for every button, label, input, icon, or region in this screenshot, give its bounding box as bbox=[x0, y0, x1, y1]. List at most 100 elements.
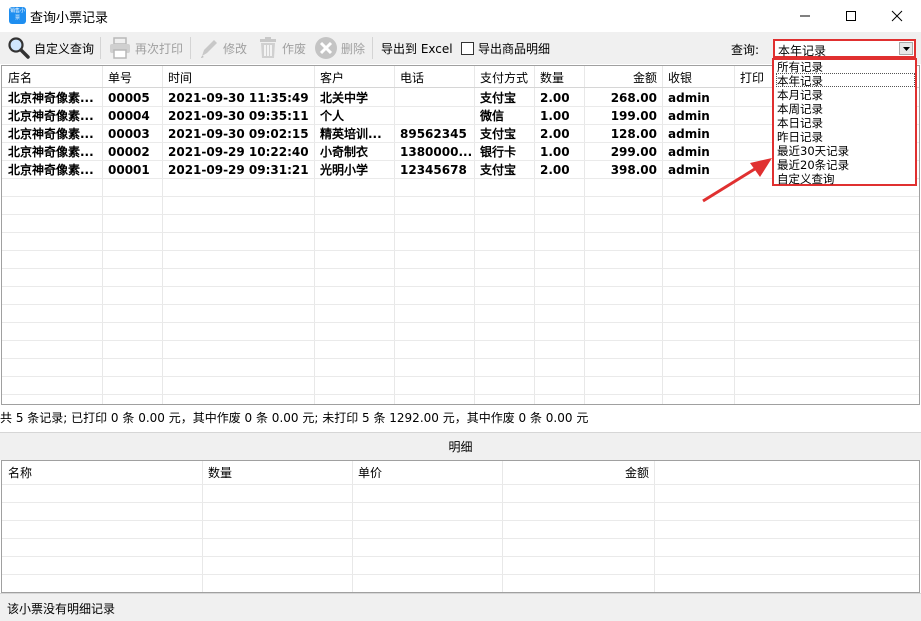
table-cell: 1.00 bbox=[540, 109, 570, 123]
table-cell: 00005 bbox=[108, 91, 150, 105]
row-divider bbox=[2, 304, 919, 305]
close-icon bbox=[891, 10, 903, 22]
table-cell: 小奇制衣 bbox=[320, 145, 369, 159]
query-option[interactable]: 所有记录 bbox=[777, 61, 823, 74]
annotation-arrow-icon bbox=[702, 158, 772, 203]
table-cell: 2.00 bbox=[540, 127, 570, 141]
column-header[interactable]: 金额 bbox=[584, 69, 662, 87]
table-cell: 2.00 bbox=[540, 91, 570, 105]
row-divider bbox=[2, 358, 919, 359]
table-cell: 2021-09-29 10:22:40 bbox=[168, 145, 309, 159]
query-dropdown-list: 所有记录 本年记录 本月记录 本周记录 本日记录 昨日记录 最近30天记录 最近20条记录 自定… bbox=[772, 58, 917, 186]
row-divider bbox=[2, 268, 919, 269]
summary-text: 共 5 条记录; 已打印 0 条 0.00 元，其中作废 0 条 0.00 元;… bbox=[0, 411, 589, 425]
maximize-button[interactable] bbox=[828, 0, 874, 32]
column-header[interactable]: 店名 bbox=[2, 69, 102, 87]
table-cell: 2021-09-30 09:02:15 bbox=[168, 127, 309, 141]
table-cell: 支付宝 bbox=[480, 127, 517, 141]
detail-column-header[interactable]: 数量 bbox=[202, 464, 352, 482]
window-title: 查询小票记录 bbox=[30, 11, 109, 26]
table-cell: 个人 bbox=[320, 109, 345, 123]
detail-table: 名称 数量 单价 金额 bbox=[1, 460, 920, 593]
table-cell: 2021-09-30 09:35:11 bbox=[168, 109, 309, 123]
row-divider bbox=[2, 394, 919, 395]
column-header[interactable]: 单号 bbox=[102, 69, 162, 87]
minimize-button[interactable] bbox=[782, 0, 828, 32]
row-divider bbox=[2, 376, 919, 377]
table-cell: 2021-09-30 11:35:49 bbox=[168, 91, 309, 105]
row-divider bbox=[2, 556, 919, 557]
query-option[interactable]: 最近20条记录 bbox=[777, 159, 849, 172]
query-select-value: 本年记录 bbox=[778, 44, 827, 58]
table-cell: 光明小学 bbox=[320, 163, 369, 177]
query-option[interactable]: 本年记录 bbox=[777, 75, 823, 88]
delete-button[interactable]: 删除 bbox=[314, 32, 365, 64]
row-divider bbox=[2, 322, 919, 323]
table-cell: 00001 bbox=[108, 163, 150, 177]
title-bar: 销售小票 查询小票记录 bbox=[0, 0, 921, 32]
table-cell: 00002 bbox=[108, 145, 150, 159]
checkbox-box[interactable] bbox=[461, 41, 474, 55]
detail-column-header[interactable]: 名称 bbox=[2, 464, 202, 482]
query-label: 查询: bbox=[731, 43, 760, 57]
row-divider bbox=[2, 538, 919, 539]
query-option[interactable]: 自定义查询 bbox=[777, 173, 835, 186]
table-cell: 199.00 bbox=[610, 109, 657, 123]
table-cell: 128.00 bbox=[610, 127, 657, 141]
column-header[interactable]: 客户 bbox=[314, 69, 394, 87]
column-header[interactable]: 时间 bbox=[162, 69, 314, 87]
status-text: 该小票没有明细记录 bbox=[7, 602, 116, 616]
row-divider bbox=[2, 574, 919, 575]
maximize-icon bbox=[846, 11, 856, 21]
table-cell: 00003 bbox=[108, 127, 150, 141]
row-divider bbox=[2, 196, 919, 197]
reprint-button[interactable]: 再次打印 bbox=[108, 32, 183, 64]
table-cell: 398.00 bbox=[610, 163, 657, 177]
printer-icon bbox=[110, 37, 130, 59]
query-option[interactable]: 昨日记录 bbox=[777, 131, 823, 144]
query-option[interactable]: 本日记录 bbox=[777, 117, 823, 130]
table-cell: 精英培训... bbox=[320, 127, 382, 141]
row-divider bbox=[2, 214, 919, 215]
close-button[interactable] bbox=[874, 0, 920, 32]
table-cell: admin bbox=[668, 109, 710, 123]
row-divider bbox=[2, 232, 919, 233]
export-excel-button[interactable]: 导出到 Excel bbox=[381, 32, 453, 64]
column-header[interactable]: 收银 bbox=[662, 69, 734, 87]
table-cell: 北关中学 bbox=[320, 91, 369, 105]
void-button[interactable]: 作废 bbox=[257, 32, 306, 64]
table-cell: 299.00 bbox=[610, 145, 657, 159]
app-icon: 销售小票 bbox=[9, 7, 26, 24]
column-header[interactable]: 数量 bbox=[534, 69, 584, 87]
table-cell: 2.00 bbox=[540, 163, 570, 177]
column-header[interactable]: 支付方式 bbox=[474, 69, 534, 87]
table-cell bbox=[394, 89, 474, 107]
table-cell: 2021-09-29 09:31:21 bbox=[168, 163, 309, 177]
minimize-icon bbox=[800, 15, 810, 17]
table-cell: admin bbox=[668, 127, 710, 141]
table-cell: 北京神奇像素... bbox=[8, 163, 94, 177]
query-option[interactable]: 本月记录 bbox=[777, 89, 823, 102]
column-header[interactable]: 电话 bbox=[394, 69, 474, 87]
detail-column-header[interactable]: 单价 bbox=[352, 464, 502, 482]
table-cell: 北京神奇像素... bbox=[8, 109, 94, 123]
table-cell: 268.00 bbox=[610, 91, 657, 105]
query-option[interactable]: 最近30天记录 bbox=[777, 145, 849, 158]
table-cell: 1380000... bbox=[400, 145, 473, 159]
detail-column-header[interactable]: 金额 bbox=[502, 464, 654, 482]
query-select[interactable]: 本年记录 bbox=[773, 39, 916, 58]
table-cell: 北京神奇像素... bbox=[8, 127, 94, 141]
delete-icon bbox=[315, 37, 337, 59]
query-option[interactable]: 本周记录 bbox=[777, 103, 823, 116]
row-divider bbox=[2, 286, 919, 287]
table-cell: 北京神奇像素... bbox=[8, 91, 94, 105]
edit-button[interactable]: 修改 bbox=[198, 32, 247, 64]
table-cell: 微信 bbox=[480, 109, 505, 123]
dropdown-button[interactable] bbox=[899, 42, 913, 55]
table-cell: 支付宝 bbox=[480, 91, 517, 105]
custom-query-button[interactable]: 自定义查询 bbox=[7, 32, 94, 64]
table-cell: 支付宝 bbox=[480, 163, 517, 177]
export-details-checkbox[interactable]: 导出商品明细 bbox=[461, 32, 550, 64]
row-divider bbox=[2, 520, 919, 521]
table-cell: 北京神奇像素... bbox=[8, 145, 94, 159]
